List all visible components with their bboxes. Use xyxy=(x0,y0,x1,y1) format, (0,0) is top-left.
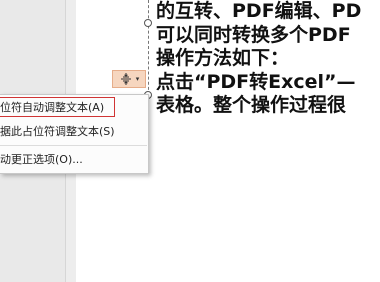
menu-item-label: 动更正选项(O)... xyxy=(0,153,83,166)
menu-item-label: 据此占位符调整文本(S) xyxy=(0,125,115,138)
menu-divider xyxy=(0,145,147,146)
autofit-options-button[interactable]: ▾ xyxy=(112,70,146,88)
slide-body-text[interactable]: 的互转、PDF编辑、PD 可以同时转换多个PDF 操作方法如下： 点击“PDF转… xyxy=(156,0,361,118)
menu-item-fit-text-to-placeholder[interactable]: 据此占位符调整文本(S) xyxy=(0,121,147,143)
resize-handle-top-left[interactable] xyxy=(144,19,152,27)
text-line-2: 可以同时转换多个PDF xyxy=(156,23,351,46)
autofit-options-menu: 位符自动调整文本(A) 据此占位符调整文本(S) 动更正选项(O)... xyxy=(0,94,149,174)
menu-item-autofit-text-to-placeholder[interactable]: 位符自动调整文本(A) xyxy=(0,97,147,119)
text-line-4: 点击“PDF转Excel”— xyxy=(156,70,356,93)
menu-item-label: 位符自动调整文本(A) xyxy=(0,101,105,114)
menu-item-autocorrect-options[interactable]: 动更正选项(O)... xyxy=(0,149,147,171)
text-line-5: 表格。整个操作过程很 xyxy=(156,94,347,116)
chevron-down-icon: ▾ xyxy=(135,74,140,83)
text-line-3: 操作方法如下： xyxy=(156,47,290,69)
autofit-options-icon xyxy=(120,73,131,85)
text-line-1: 的互转、PDF编辑、PD xyxy=(156,0,362,22)
